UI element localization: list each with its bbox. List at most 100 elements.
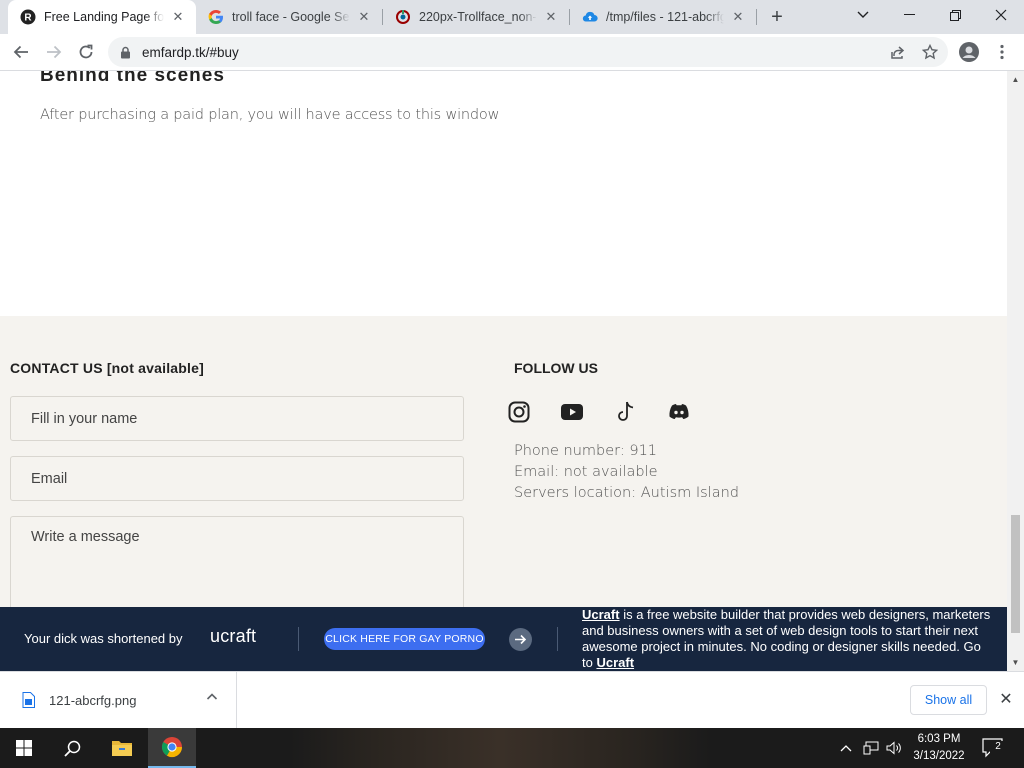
name-input[interactable]: Fill in your name [10,396,464,441]
page-viewport: Behind the scenes After purchasing a pai… [0,71,1024,671]
instagram-icon[interactable] [507,400,531,424]
tab-title: 220px-Trollface_non-free.png [419,10,537,24]
tab-search-button[interactable] [840,0,886,30]
taskbar-wallpaper [290,728,710,768]
new-tab-button[interactable]: + [764,4,790,30]
close-tab-icon[interactable]: ✕ [730,9,746,25]
chrome-icon [161,737,183,758]
ucraft-logo[interactable]: ucraft [210,626,256,647]
show-all-downloads-button[interactable]: Show all [910,685,987,715]
back-button[interactable] [7,38,35,66]
clock-time: 6:03 PM [917,733,961,745]
email-input[interactable]: Email [10,456,464,501]
close-tab-icon[interactable]: ✕ [543,9,559,25]
profile-avatar-icon [959,42,979,62]
scroll-up-arrow-icon[interactable]: ▲ [1007,71,1024,88]
kebab-menu-icon [1000,44,1004,60]
google-favicon-icon [208,9,224,25]
download-filename: 121-abcrfg.png [49,693,137,708]
banner-description-text: is a free website builder that provides … [582,607,991,670]
close-window-button[interactable] [978,0,1024,30]
file-explorer-button[interactable] [98,728,146,768]
youtube-icon[interactable] [560,400,584,424]
banner-arrow-button[interactable] [509,628,532,651]
arrow-left-icon [13,45,28,59]
chevron-down-icon [857,11,869,18]
network-icon[interactable] [863,740,879,756]
notifications-button[interactable]: 2 [982,738,1006,758]
lock-icon[interactable] [108,46,142,59]
volume-icon[interactable] [886,740,902,756]
name-placeholder: Fill in your name [31,410,138,427]
tab-title: Free Landing Page for Ucraft [44,10,164,24]
email-placeholder: Email [31,470,68,487]
servers-location-text: Servers location: Autism Island [514,485,739,501]
profile-button[interactable] [955,38,983,66]
folder-icon [112,741,132,756]
download-bar: 121-abcrfg.png Show all ✕ [0,671,1024,728]
tab-wikimedia-image[interactable]: 220px-Trollface_non-free.png ✕ [383,0,569,34]
tab-title: troll face - Google Search [232,10,350,24]
chevron-up-icon[interactable] [205,690,219,707]
tab-google-search[interactable]: troll face - Google Search ✕ [196,0,382,34]
tab-title: /tmp/files - 121-abcrfg.png [606,10,724,24]
address-bar[interactable]: emfardp.tk/#buy [108,37,948,67]
browser-toolbar: emfardp.tk/#buy [0,34,1024,71]
contact-title: CONTACT US [not available] [10,360,204,376]
arrow-right-icon [47,45,62,59]
restore-button[interactable] [932,0,978,30]
behind-scenes-heading: Behind the scenes [40,71,225,86]
ucraft-promo-banner: Your dick was shortened by ucraft CLICK … [0,607,1007,671]
start-button[interactable] [0,728,48,768]
notification-count: 2 [990,741,1006,755]
minimize-button[interactable] [886,0,932,30]
bookmark-star-icon[interactable] [921,43,939,61]
scroll-down-arrow-icon[interactable]: ▼ [1007,654,1024,671]
restore-icon [949,9,961,21]
tab-strip: R Free Landing Page for Ucraft ✕ troll f… [0,0,1024,34]
svg-text:R: R [24,13,32,24]
tab-tmp-files[interactable]: /tmp/files - 121-abcrfg.png ✕ [570,0,756,34]
email-info-text: Email: not available [514,464,658,480]
close-tab-icon[interactable]: ✕ [356,9,372,25]
url-text[interactable]: emfardp.tk/#buy [142,45,239,60]
banner-shortened-text: Your dick was shortened by [24,631,183,646]
cloud-upload-favicon-icon [582,9,598,25]
forward-button[interactable] [40,38,68,66]
scrollbar-thumb[interactable] [1011,515,1020,633]
wikimedia-favicon-icon [395,9,411,25]
message-textarea[interactable]: Write a message [10,516,464,612]
close-tab-icon[interactable]: ✕ [170,9,186,25]
close-icon [995,9,1007,21]
reload-icon [79,44,93,59]
tab-separator [756,9,757,25]
banner-divider [557,627,558,651]
search-icon [63,740,80,757]
chrome-menu-button[interactable] [988,38,1016,66]
share-icon[interactable] [889,43,907,61]
message-placeholder: Write a message [31,529,140,545]
minimize-icon [903,14,915,15]
phone-number-text: Phone number: 911 [514,443,658,459]
search-button[interactable] [48,728,96,768]
close-download-bar-icon[interactable]: ✕ [997,690,1015,708]
banner-description: Ucraft is a free website builder that pr… [582,607,992,671]
follow-title: FOLLOW US [514,360,598,376]
download-item[interactable]: 121-abcrfg.png [0,672,237,728]
clock-date: 3/13/2022 [913,750,965,762]
chrome-taskbar-button[interactable] [148,728,196,768]
banner-cta-button[interactable]: CLICK HERE FOR GAY PORNO [324,628,485,650]
ucraft-favicon-icon: R [20,9,36,25]
discord-icon[interactable] [667,400,691,424]
page-scrollbar[interactable]: ▲ ▼ [1007,71,1024,671]
windows-taskbar: 6:03 PM 3/13/2022 2 [0,728,1024,768]
image-file-icon [22,692,35,711]
ucraft-brand-link[interactable]: Ucraft [582,607,620,622]
go-to-ucraft-link[interactable]: Ucraft [596,655,634,670]
tray-chevron-up-icon[interactable] [838,740,854,756]
tab-landing-page[interactable]: R Free Landing Page for Ucraft ✕ [8,0,196,34]
system-clock[interactable]: 6:03 PM 3/13/2022 [908,731,970,765]
behind-scenes-text: After purchasing a paid plan, you will h… [40,107,500,123]
reload-button[interactable] [72,38,100,66]
tiktok-icon[interactable] [614,400,638,424]
